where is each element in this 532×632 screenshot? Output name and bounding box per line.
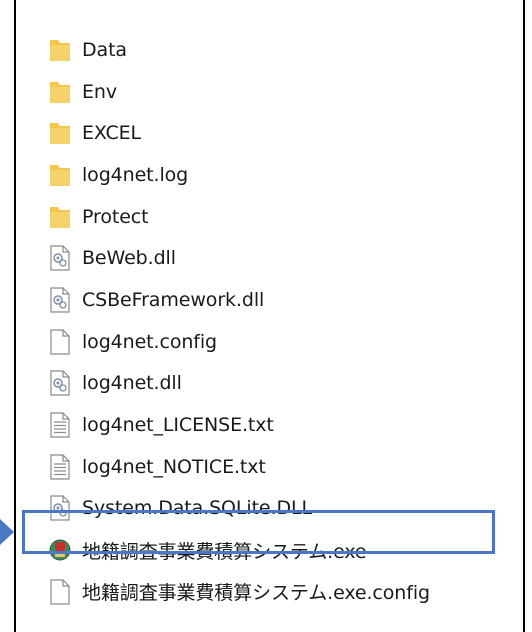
blank-file-icon: [48, 329, 72, 355]
file-name: 地籍調査事業費積算システム.exe: [82, 540, 367, 563]
list-item[interactable]: CSBeFramework.dll: [16, 279, 523, 321]
folder-icon: [48, 37, 72, 63]
list-item[interactable]: EXCEL: [16, 112, 523, 154]
list-item-selected[interactable]: 地籍調査事業費積算システム.exe: [16, 529, 523, 571]
file-name: log4net_LICENSE.txt: [82, 414, 274, 437]
folder-icon: [48, 120, 72, 146]
file-name: log4net.dll: [82, 372, 182, 395]
folder-icon: [48, 204, 72, 230]
blank-file-icon: [48, 579, 72, 605]
list-item[interactable]: System.Data.SQLite.DLL: [16, 488, 523, 530]
list-item[interactable]: Protect: [16, 196, 523, 238]
file-name: log4net.log: [82, 163, 189, 186]
file-name: log4net_NOTICE.txt: [82, 455, 266, 478]
file-name: Data: [82, 38, 127, 61]
list-item[interactable]: Env: [16, 71, 523, 113]
file-name: BeWeb.dll: [82, 247, 176, 270]
folder-icon: [48, 79, 72, 105]
explorer-file-list-frame: Data Env EXCEL log4net.log Protect BeWeb…: [14, 0, 525, 632]
app-exe-icon: [48, 537, 72, 563]
file-name: System.Data.SQLite.DLL: [82, 497, 312, 520]
file-name: CSBeFramework.dll: [82, 288, 265, 311]
dll-file-icon: [48, 245, 72, 271]
dll-file-icon: [48, 495, 72, 522]
text-file-icon: [48, 412, 72, 438]
file-name: 地籍調査事業費積算システム.exe.config: [82, 582, 430, 605]
list-item[interactable]: log4net_NOTICE.txt: [16, 446, 523, 488]
list-item[interactable]: Data: [16, 29, 523, 71]
list-item[interactable]: log4net.dll: [16, 363, 523, 405]
file-name: Protect: [82, 205, 149, 228]
file-name: log4net.config: [82, 330, 218, 353]
file-name: EXCEL: [82, 122, 141, 145]
list-item[interactable]: log4net.config: [16, 321, 523, 363]
folder-icon: [48, 162, 72, 188]
list-item[interactable]: log4net_LICENSE.txt: [16, 404, 523, 446]
text-file-icon: [48, 454, 72, 480]
file-list: Data Env EXCEL log4net.log Protect BeWeb…: [16, 29, 523, 613]
list-item[interactable]: log4net.log: [16, 154, 523, 196]
pointer-arrow-icon: [0, 519, 14, 545]
list-item[interactable]: 地籍調査事業費積算システム.exe.config: [16, 571, 523, 613]
dll-file-icon: [48, 370, 72, 396]
file-name: Env: [82, 80, 117, 103]
list-item[interactable]: BeWeb.dll: [16, 237, 523, 279]
dll-file-icon: [48, 287, 72, 313]
